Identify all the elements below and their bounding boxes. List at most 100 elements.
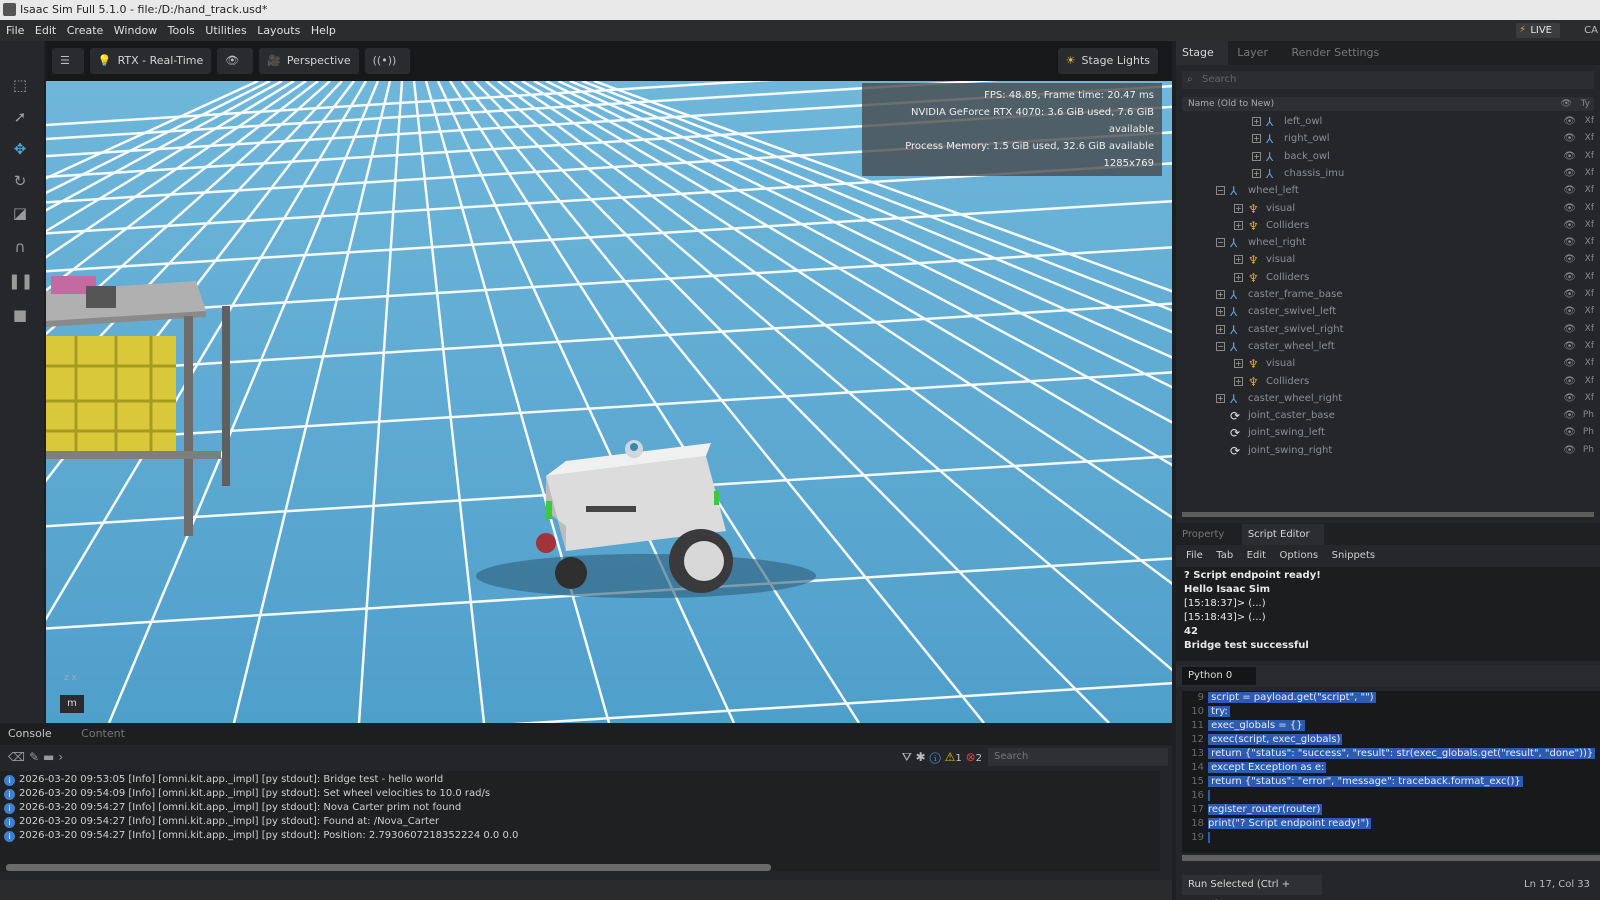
menu-file[interactable]: File — [6, 24, 24, 37]
scale-icon[interactable]: ◪ — [8, 201, 32, 225]
visibility-eye-icon[interactable]: 👁 — [1563, 424, 1576, 441]
console-scrollbar[interactable] — [6, 864, 771, 871]
visibility-eye-icon[interactable]: 👁 — [1563, 373, 1576, 390]
units-button[interactable]: m — [60, 695, 84, 713]
menu-edit[interactable]: Edit — [35, 24, 56, 37]
visibility-eye-icon[interactable]: 👁 — [1563, 251, 1576, 268]
code-editor[interactable]: 9 script = payload.get("script", "") 10 t… — [1182, 691, 1600, 853]
stage-tree-row[interactable]: + ⅄ caster_frame_base 👁 Xf — [1182, 286, 1594, 303]
visibility-eye-icon[interactable]: 👁 — [1563, 148, 1576, 165]
tab-layer[interactable]: Layer — [1231, 41, 1282, 65]
visibility-eye-icon[interactable]: 👁 — [1563, 200, 1576, 217]
scene-render[interactable] — [46, 81, 1172, 723]
visibility-eye-icon[interactable]: 👁 — [1563, 303, 1576, 320]
tab-render-settings[interactable]: Render Settings — [1285, 41, 1393, 65]
clear-icon[interactable]: ⌫ — [8, 750, 29, 764]
visibility-eye-icon[interactable]: 👁 — [1563, 407, 1576, 424]
visibility-eye-icon[interactable]: 👁 — [1563, 130, 1576, 147]
se-menu-file[interactable]: File — [1186, 550, 1203, 561]
menu-tools[interactable]: Tools — [168, 24, 195, 37]
tab-property[interactable]: Property — [1176, 524, 1238, 546]
stop-icon[interactable]: ■ — [8, 303, 32, 327]
edit-icon[interactable]: ✎ — [29, 750, 43, 764]
visibility-eye-icon[interactable]: 👁 — [1563, 113, 1576, 130]
stage-tree-row[interactable]: + ♆ visual 👁 Xf — [1182, 355, 1594, 372]
terminal-icon[interactable]: › — [58, 750, 67, 764]
se-menu-edit[interactable]: Edit — [1247, 550, 1266, 561]
expand-toggle-icon[interactable]: + — [1252, 151, 1261, 161]
stage-tree-row[interactable]: + ♆ visual 👁 Xf — [1182, 251, 1594, 268]
stage-tree-row[interactable]: ⟳ joint_caster_base 👁 Ph — [1182, 407, 1594, 424]
menu-window[interactable]: Window — [114, 24, 157, 37]
select-icon[interactable]: ⬚ — [8, 73, 32, 97]
stage-tree-row[interactable]: + ⅄ caster_swivel_right 👁 Xf — [1182, 321, 1594, 338]
se-menu-tab[interactable]: Tab — [1216, 550, 1233, 561]
stage-tree-row[interactable]: + ⅄ left_owl 👁 Xf — [1182, 113, 1594, 130]
live-button[interactable]: LIVE — [1516, 23, 1560, 38]
stage-tree-row[interactable]: ⟳ joint_swing_left 👁 Ph — [1182, 424, 1594, 441]
expand-toggle-icon[interactable]: + — [1252, 168, 1261, 178]
expand-toggle-icon[interactable]: + — [1234, 359, 1243, 369]
stage-tree-row[interactable]: + ⅄ chassis_imu 👁 Xf — [1182, 165, 1594, 182]
viewport-settings-button[interactable]: ☰ — [52, 48, 84, 74]
visibility-eye-icon[interactable]: 👁 — [1563, 321, 1576, 338]
stage-tree-row[interactable]: − ⅄ caster_wheel_left 👁 Xf — [1182, 338, 1594, 355]
visibility-eye-icon[interactable]: 👁 — [1563, 217, 1576, 234]
expand-toggle-icon[interactable]: + — [1252, 117, 1261, 126]
expand-toggle-icon[interactable]: − — [1216, 238, 1225, 248]
visibility-eye-icon[interactable]: 👁 — [1563, 286, 1576, 303]
menu-utilities[interactable]: Utilities — [205, 24, 246, 37]
pause-icon[interactable]: ❚❚ — [8, 269, 33, 293]
expand-toggle-icon[interactable]: + — [1252, 134, 1261, 144]
move-icon[interactable]: ✥ — [8, 137, 32, 161]
filter-icon[interactable]: ⛛ — [902, 750, 912, 764]
stage-tree-row[interactable]: + ♆ visual 👁 Xf — [1182, 200, 1594, 217]
run-selected-button[interactable]: Run Selected (Ctrl + Enter) — [1182, 875, 1322, 900]
stage-scrollbar[interactable] — [1182, 512, 1594, 517]
visibility-eye-icon[interactable]: 👁 — [1563, 234, 1576, 251]
visibility-eye-icon[interactable]: 👁 — [1563, 442, 1576, 459]
pointer-icon[interactable]: ➚ — [8, 105, 32, 129]
expand-toggle-icon[interactable]: + — [1234, 272, 1243, 282]
tab-content[interactable]: Content — [73, 723, 143, 745]
visibility-eye-icon[interactable]: 👁 — [1563, 269, 1576, 286]
console-search-input[interactable]: Search — [988, 748, 1168, 766]
stage-search-input[interactable]: ⌕ Search — [1182, 71, 1594, 89]
rotate-icon[interactable]: ↻ — [8, 169, 32, 193]
broadcast-button[interactable]: ((•)) — [364, 48, 411, 74]
expand-toggle-icon[interactable]: − — [1216, 186, 1225, 196]
visibility-button[interactable]: 👁 — [217, 48, 254, 74]
stage-tree-row[interactable]: + ⅄ right_owl 👁 Xf — [1182, 130, 1594, 147]
expand-toggle-icon[interactable]: + — [1234, 255, 1243, 265]
expand-toggle-icon[interactable]: + — [1216, 393, 1225, 403]
tab-console[interactable]: Console — [0, 723, 70, 745]
expand-toggle-icon[interactable]: + — [1216, 290, 1225, 299]
viewport[interactable]: ☰ 💡 RTX - Real-Time 👁 🎥 Perspective ((•)) … — [46, 41, 1172, 723]
expand-toggle-icon[interactable]: + — [1234, 220, 1243, 230]
expand-toggle-icon[interactable]: + — [1234, 203, 1243, 213]
stage-tree-row[interactable]: − ⅄ wheel_right 👁 Xf — [1182, 234, 1594, 251]
se-menu-snippets[interactable]: Snippets — [1332, 550, 1375, 561]
expand-toggle-icon[interactable]: + — [1216, 324, 1225, 334]
stage-tree-row[interactable]: + ⅄ caster_swivel_left 👁 Xf — [1182, 303, 1594, 320]
stage-tree-row[interactable]: − ⅄ wheel_left 👁 Xf — [1182, 182, 1594, 199]
menu-create[interactable]: Create — [67, 24, 104, 37]
expand-toggle-icon[interactable]: + — [1216, 307, 1225, 317]
visibility-eye-icon[interactable]: 👁 — [1563, 182, 1576, 199]
error-icon[interactable]: ⊗ — [966, 750, 976, 764]
se-menu-options[interactable]: Options — [1280, 550, 1319, 561]
menu-help[interactable]: Help — [311, 24, 336, 37]
stage-tree-row[interactable]: ⟳ joint_swing_right 👁 Ph — [1182, 442, 1594, 459]
visibility-eye-icon[interactable]: 👁 — [1563, 355, 1576, 372]
stage-tree-row[interactable]: + ♆ Colliders 👁 Xf — [1182, 373, 1594, 390]
folder-icon[interactable]: ▬ — [43, 750, 58, 764]
menu-layouts[interactable]: Layouts — [257, 24, 300, 37]
renderer-button[interactable]: 💡 RTX - Real-Time — [89, 48, 212, 74]
stage-tree-row[interactable]: + ⅄ back_owl 👁 Xf — [1182, 148, 1594, 165]
expand-toggle-icon[interactable]: − — [1216, 341, 1225, 351]
tab-script-editor[interactable]: Script Editor — [1241, 524, 1324, 546]
expand-toggle-icon[interactable]: + — [1234, 376, 1243, 386]
info-icon[interactable]: ⓘ — [930, 750, 941, 764]
warning-icon[interactable]: ⚠ — [945, 750, 956, 764]
visibility-eye-icon[interactable]: 👁 — [1563, 390, 1576, 407]
